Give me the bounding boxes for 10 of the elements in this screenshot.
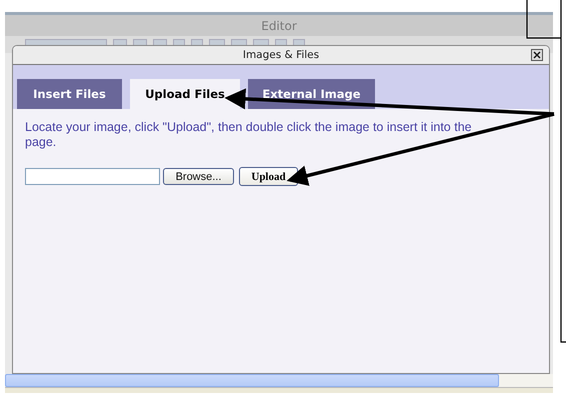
browse-button[interactable]: Browse...	[163, 168, 234, 185]
close-button[interactable]	[531, 49, 543, 61]
dialog-title: Images & Files	[242, 49, 320, 61]
tab[interactable]: Insert Files	[17, 79, 122, 109]
tab[interactable]: Upload Files	[130, 79, 240, 109]
upload-button[interactable]: Upload	[239, 167, 298, 186]
file-path-field[interactable]	[25, 168, 160, 185]
scrollbar-thumb[interactable]	[5, 374, 499, 387]
window-title: Editor	[5, 15, 553, 36]
instructions-text: Locate your image, click "Upload", then double click the image to insert it into the page.	[25, 120, 473, 150]
